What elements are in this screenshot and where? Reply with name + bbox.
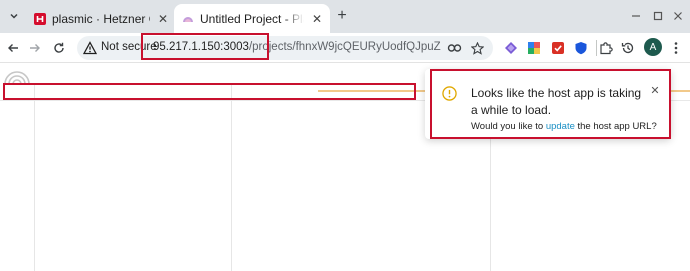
tab-title: plasmic · Hetzner Cloud xyxy=(52,11,150,26)
warning-triangle-icon[interactable] xyxy=(83,41,97,55)
profile-avatar[interactable]: A xyxy=(644,38,662,56)
reload-button[interactable] xyxy=(50,39,68,57)
arrow-left-icon xyxy=(8,44,18,52)
chevron-down-icon xyxy=(10,13,18,19)
password-key-icon[interactable] xyxy=(447,40,463,56)
arrow-right-icon xyxy=(30,44,40,52)
url-path: /projects/fhnxW9jcQEURyUodfQJpuZ xyxy=(248,41,441,53)
minimize-icon[interactable] xyxy=(628,8,644,24)
hetzner-icon xyxy=(34,12,46,25)
canvas-column-divider xyxy=(34,83,35,271)
forward-button[interactable] xyxy=(26,39,44,57)
tab-title: Untitled Project - Plasmic xyxy=(200,11,304,26)
tab-plasmic[interactable]: Untitled Project - Plasmic ✕ xyxy=(174,4,330,33)
close-window-icon[interactable] xyxy=(670,8,686,24)
maximize-icon[interactable] xyxy=(650,8,666,24)
address-bar[interactable]: Not secure 95.217.1.150:3003/projects/fh… xyxy=(77,36,493,60)
url-highlight-box xyxy=(141,33,269,60)
reload-icon xyxy=(54,42,64,53)
back-button[interactable] xyxy=(4,39,22,57)
shield-icon[interactable] xyxy=(573,40,589,56)
puzzle-piece-icon[interactable] xyxy=(598,40,614,56)
close-tab-icon[interactable]: ✕ xyxy=(156,12,170,26)
history-icon[interactable] xyxy=(620,40,636,56)
new-tab-button[interactable]: + xyxy=(334,8,350,24)
extension-purple-icon[interactable] xyxy=(503,40,519,56)
close-tab-icon[interactable]: ✕ xyxy=(310,12,324,26)
more-menu-icon[interactable] xyxy=(668,40,684,56)
plasmic-icon xyxy=(183,16,193,22)
canvas-highlight-box xyxy=(3,83,416,100)
toolbar-divider xyxy=(596,40,597,56)
tab-strip: plasmic · Hetzner Cloud ✕ Untitled Proje… xyxy=(0,0,690,33)
tab-search-button[interactable] xyxy=(4,6,24,26)
avatar-letter: A xyxy=(649,41,657,53)
extension-colorful-icon[interactable] xyxy=(526,40,542,56)
tab-hetzner[interactable]: plasmic · Hetzner Cloud ✕ xyxy=(26,4,176,33)
extension-red-icon[interactable] xyxy=(550,40,566,56)
toast-highlight-box xyxy=(430,69,671,139)
bookmark-star-icon[interactable] xyxy=(469,40,485,56)
canvas-column-divider xyxy=(231,83,232,271)
